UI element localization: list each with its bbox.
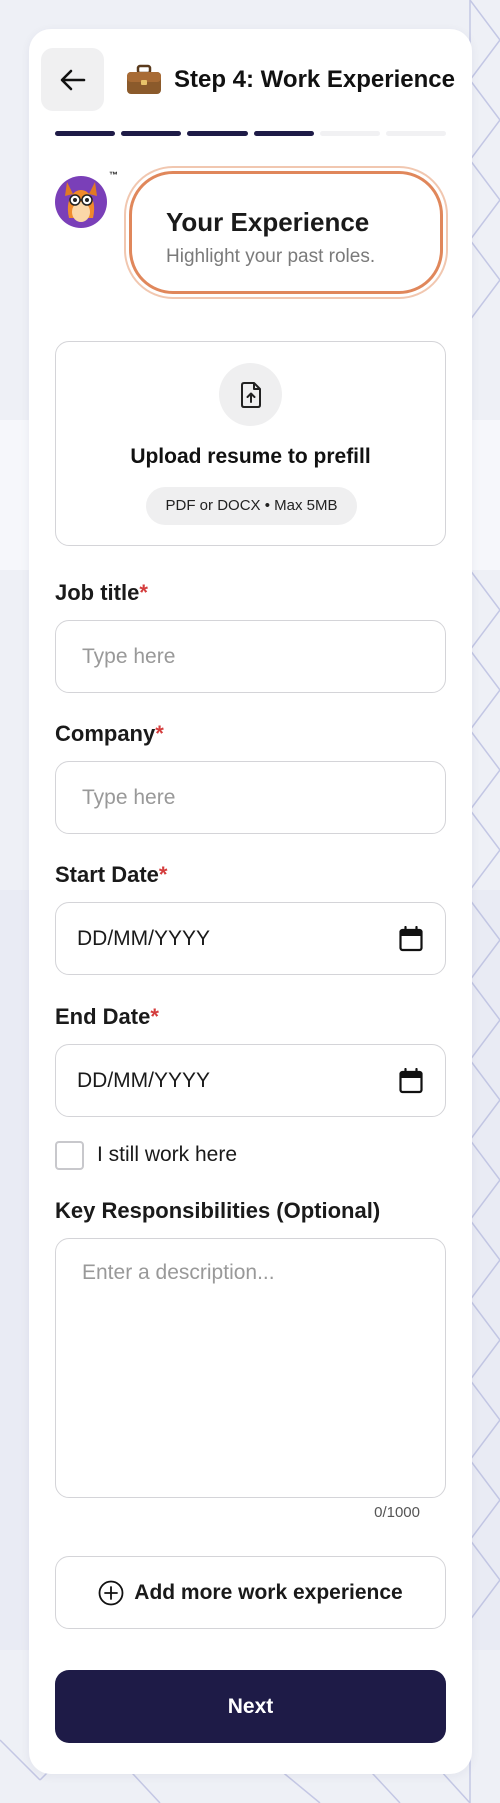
trademark-badge: ™ [109,170,118,180]
required-mark: * [150,1004,159,1029]
start-date-label-text: Start Date [55,862,159,887]
still-working-row[interactable]: I still work here [55,1140,237,1170]
responsibilities-placeholder: Enter a description... [82,1261,275,1284]
progress-step-1 [55,131,116,136]
start-date-input[interactable]: DD/MM/YYYY [55,902,446,975]
company-input[interactable]: Type here [55,761,446,834]
still-working-label: I still work here [97,1143,238,1166]
company-label: Company* [55,721,164,747]
job-title-input[interactable]: Type here [55,620,446,693]
file-upload-icon [240,381,261,408]
company-label-text: Company [55,721,156,746]
job-title-label-text: Job title [55,580,140,605]
company-placeholder: Type here [82,786,176,809]
mascot-avatar [55,176,107,228]
required-mark: * [158,862,168,887]
upload-resume-dropzone[interactable]: Upload resume to prefill PDF or DOCX • M… [55,341,446,546]
start-date-label: Start Date* [55,862,167,888]
calendar-icon[interactable] [399,1068,423,1094]
responsibilities-textarea[interactable]: Enter a description... [55,1238,446,1498]
arrow-left-icon [60,69,85,90]
page-title: Step 4: Work Experience [174,65,455,93]
upload-title: Upload resume to prefill [130,445,371,468]
progress-bar [55,131,447,136]
progress-step-4 [253,131,314,136]
next-button[interactable]: Next [55,1670,446,1743]
still-working-checkbox[interactable] [55,1140,84,1170]
add-more-label: Add more work experience [134,1580,403,1604]
header: Step 4: Work Experience [41,48,461,111]
job-title-placeholder: Type here [82,645,176,668]
progress-step-6 [385,131,447,136]
add-more-experience-button[interactable]: Add more work experience [55,1556,446,1629]
intro-bubble: Your Experience Highlight your past role… [129,171,443,294]
upload-hint: PDF or DOCX • Max 5MB [146,487,357,525]
job-title-label: Job title* [55,580,148,606]
upload-icon-container [219,363,282,426]
next-label: Next [227,1694,274,1718]
calendar-icon[interactable] [399,926,423,952]
progress-step-2 [121,131,182,136]
required-mark: * [139,580,148,605]
plus-circle-icon [98,1580,124,1605]
required-mark: * [155,721,164,746]
end-date-label: End Date* [55,1004,159,1030]
progress-step-3 [187,131,248,136]
intro-subtitle: Highlight your past roles. [166,246,376,267]
end-date-input[interactable]: DD/MM/YYYY [55,1044,446,1117]
intro-title: Your Experience [166,207,370,237]
character-counter: 0/1000 [374,1504,420,1521]
briefcase-icon [127,64,161,94]
responsibilities-label: Key Responsibilities (Optional) [55,1198,381,1223]
back-button[interactable] [41,48,104,111]
end-date-value: DD/MM/YYYY [77,1069,211,1092]
progress-step-5 [319,131,380,136]
end-date-label-text: End Date [55,1004,151,1029]
start-date-value: DD/MM/YYYY [77,927,211,950]
